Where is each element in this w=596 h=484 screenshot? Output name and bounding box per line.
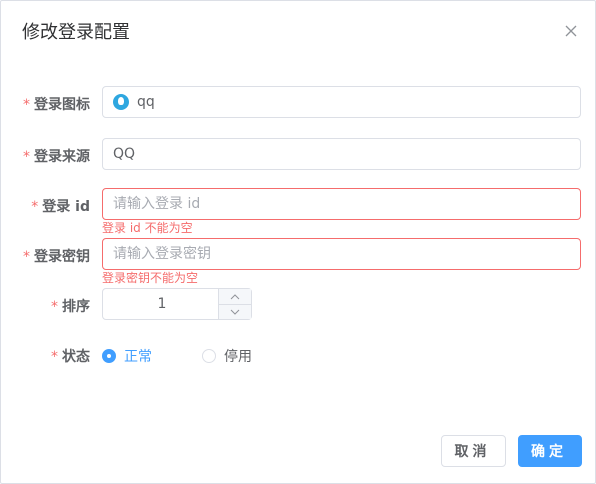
status-radio-disabled[interactable]: 停用: [202, 346, 252, 366]
chevron-up-icon[interactable]: [219, 289, 251, 305]
required-mark: *: [51, 349, 58, 365]
label-status: * 状态: [51, 349, 90, 365]
source-input[interactable]: [102, 138, 581, 170]
radio-label-normal: 正常: [124, 349, 152, 365]
sort-value[interactable]: 1: [103, 289, 221, 319]
icon-value: qq: [137, 94, 155, 110]
login-id-input[interactable]: [102, 188, 581, 220]
secret-error: 登录密钥不能为空: [102, 271, 199, 285]
required-mark: *: [23, 149, 30, 165]
label-sort: * 排序: [51, 299, 90, 315]
status-radio-group: 正常 停用: [102, 346, 302, 366]
cancel-button[interactable]: 取消: [441, 435, 506, 467]
secret-input[interactable]: [102, 238, 581, 270]
confirm-button[interactable]: 确定: [518, 435, 582, 467]
radio-unchecked-icon[interactable]: [202, 349, 216, 363]
close-icon[interactable]: [559, 19, 583, 43]
sort-stepper[interactable]: 1: [102, 288, 252, 320]
radio-label-disabled: 停用: [224, 349, 252, 365]
label-source: * 登录来源: [23, 149, 90, 165]
status-radio-normal[interactable]: 正常: [102, 346, 152, 366]
stepper-buttons: [218, 289, 251, 319]
edit-login-config-dialog: 修改登录配置 *登录图标 qq *登录来源 *登录 id 登录 id 不能为空 …: [0, 0, 596, 484]
dialog-title: 修改登录配置: [22, 22, 130, 43]
login-id-error: 登录 id 不能为空: [102, 221, 193, 235]
label-icon: * 登录图标: [23, 97, 90, 113]
icon-select[interactable]: qq: [102, 86, 581, 118]
required-mark: *: [51, 299, 58, 315]
qq-icon: [113, 94, 129, 110]
label-secret: * 登录密钥: [23, 249, 90, 265]
label-login-id: * 登录 id: [31, 199, 90, 215]
required-mark: *: [23, 97, 30, 113]
chevron-down-icon[interactable]: [219, 304, 251, 319]
required-mark: *: [31, 199, 39, 215]
required-mark: *: [23, 249, 30, 265]
radio-checked-icon[interactable]: [102, 349, 116, 363]
